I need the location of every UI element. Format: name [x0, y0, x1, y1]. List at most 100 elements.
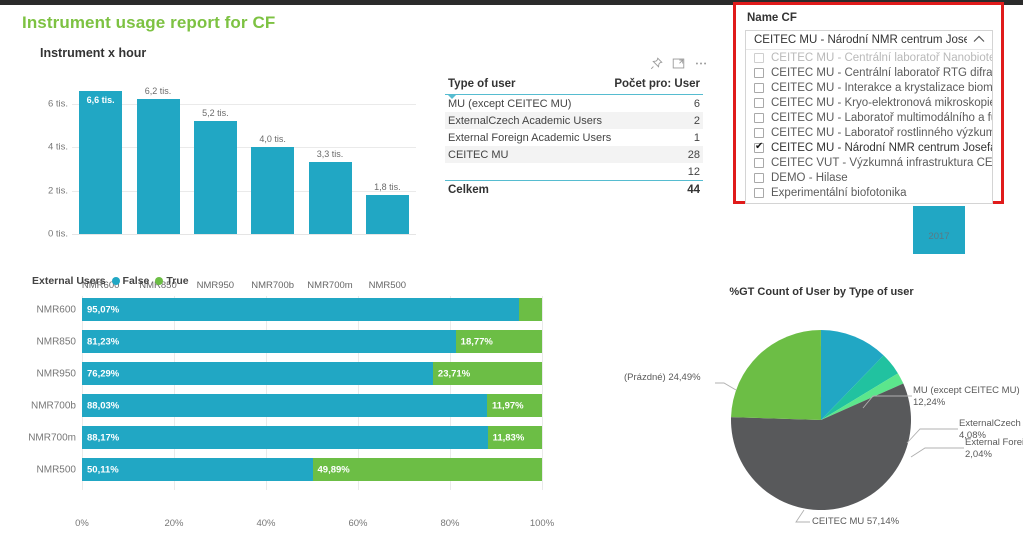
- table-row[interactable]: MU (except CEITEC MU) 6: [445, 95, 703, 112]
- table-row[interactable]: 12: [445, 163, 703, 180]
- more-options-icon[interactable]: [694, 57, 708, 74]
- checkbox-icon[interactable]: [754, 157, 764, 168]
- checkbox-checked-icon[interactable]: [754, 141, 764, 153]
- bar-segment-true[interactable]: 23,71%: [432, 362, 542, 385]
- pie-slice-4[interactable]: [731, 330, 821, 420]
- focus-mode-icon[interactable]: [672, 57, 685, 74]
- background-chart-bar-label: 2017: [928, 231, 950, 242]
- checkbox-icon[interactable]: [754, 112, 764, 123]
- bar-segment-true[interactable]: 18,77%: [455, 330, 542, 353]
- slicer-item[interactable]: CEITEC MU - Národní NMR centrum Josefa .…: [746, 140, 992, 155]
- total-value: 44: [687, 184, 700, 196]
- bar-segment-false[interactable]: 76,29%: [82, 362, 433, 385]
- slicer-item-label: CEITEC MU - Laboratoř multimodálního a f…: [771, 111, 992, 124]
- name-cf-slicer[interactable]: Name CF CEITEC MU - Národní NMR centrum …: [733, 2, 1004, 204]
- y-axis-tick-label: NMR600: [36, 304, 76, 315]
- bar-segment-false[interactable]: 81,23%: [82, 330, 456, 353]
- checkbox-icon[interactable]: [754, 52, 764, 63]
- bar-NMR700m[interactable]: [308, 162, 352, 234]
- slicer-item[interactable]: CEITEC MU - Interakce a krystalizace bio…: [746, 80, 992, 95]
- checkbox-icon[interactable]: [754, 82, 764, 93]
- instrument-hour-chart: Instrument x hour 0 tis. 2 tis. 4 tis. 6 ti…: [18, 42, 438, 291]
- slicer-item[interactable]: DEMO - Hilase: [746, 170, 992, 185]
- bar-NMR850[interactable]: [136, 99, 180, 234]
- bar-segment-false[interactable]: 95,07%: [82, 298, 520, 321]
- slicer-selected-value[interactable]: CEITEC MU - Národní NMR centrum Josefa .…: [746, 31, 992, 50]
- bar-segment-false[interactable]: 88,03%: [82, 394, 487, 417]
- checkbox-icon[interactable]: [754, 67, 764, 78]
- y-axis-tick-label: NMR500: [36, 464, 76, 475]
- type-of-user-table[interactable]: Type of user Počet pro: User MU (except …: [445, 77, 703, 198]
- bar-row-NMR500[interactable]: 50,11% 49,89%: [82, 458, 542, 481]
- bar-value-label: 5,2 tis.: [202, 108, 229, 119]
- slicer-item[interactable]: CEITEC MU - Kryo-elektronová mikroskopie…: [746, 95, 992, 110]
- pie-label-prazdne: (Prázdné) 24,49%: [624, 372, 701, 384]
- legend-item-true[interactable]: True: [155, 275, 189, 287]
- slicer-dropdown[interactable]: CEITEC MU - Národní NMR centrum Josefa .…: [745, 30, 993, 204]
- bar-segment-label: 11,97%: [491, 400, 524, 411]
- slicer-item[interactable]: CEITEC MU - Laboratoř rostlinného výzkum…: [746, 125, 992, 140]
- user-type-pie-chart: %GT Count of User by Type of user MU (ex…: [620, 282, 1023, 540]
- table-row[interactable]: ExternalCzech Academic Users 2: [445, 112, 703, 129]
- external-users-plot-area: 0% 20% 40% 60% 80% 100% 95,07% NMR600 81,23% 18,7…: [28, 296, 554, 529]
- column-header-type-of-user[interactable]: Type of user: [448, 78, 516, 90]
- bar-segment-false[interactable]: 50,11%: [82, 458, 313, 481]
- total-label: Celkem: [448, 184, 489, 196]
- bar-segment-label: 88,03%: [87, 400, 120, 411]
- slicer-item-label: CEITEC MU - Kryo-elektronová mikroskopie…: [771, 96, 992, 109]
- x-axis-tick-label: 20%: [164, 518, 184, 529]
- bar-value-label: 6,6 tis.: [86, 94, 115, 105]
- checkbox-icon[interactable]: [754, 127, 764, 138]
- slicer-item[interactable]: CEITEC MU - Centrální laboratoř RTG difr…: [746, 65, 992, 80]
- x-axis-tick-label: 100%: [529, 518, 555, 529]
- table-row[interactable]: CEITEC MU 28: [445, 146, 703, 163]
- legend-item-false[interactable]: False: [111, 275, 150, 287]
- bar-NMR600[interactable]: [79, 90, 123, 234]
- y-axis-tick-label: 0 tis.: [47, 228, 68, 240]
- bar-segment-label: 11,83%: [492, 432, 525, 443]
- pie-label-line: 2,04%: [965, 448, 992, 460]
- column-header-count[interactable]: Počet pro: User: [614, 78, 700, 90]
- sort-descending-icon: [448, 95, 456, 99]
- bar-segment-true[interactable]: 11,83%: [487, 426, 542, 449]
- bar-row-NMR950[interactable]: 76,29% 23,71%: [82, 362, 542, 385]
- bar-NMR500[interactable]: [365, 194, 409, 234]
- bar-segment-true[interactable]: [519, 298, 542, 321]
- bar-row-NMR600[interactable]: 95,07%: [82, 298, 542, 321]
- bar-segment-false[interactable]: 88,17%: [82, 426, 488, 449]
- cell-type-of-user: MU (except CEITEC MU): [448, 97, 572, 110]
- table-header-row: Type of user Počet pro: User: [445, 77, 703, 99]
- checkbox-icon[interactable]: [754, 172, 764, 183]
- cell-count: 1: [693, 131, 700, 144]
- checkbox-icon[interactable]: [754, 187, 764, 198]
- table-total-row: Celkem 44: [445, 180, 703, 198]
- slicer-item[interactable]: CEITEC VUT - Výzkumná infrastruktura CEI…: [746, 155, 992, 170]
- x-axis-tick-label: 0%: [75, 518, 89, 529]
- cell-count: 28: [687, 148, 700, 161]
- slicer-item[interactable]: Experimentální biofotonika: [746, 185, 992, 200]
- slicer-item[interactable]: CEITEC MU - Laboratoř multimodálního a f…: [746, 110, 992, 125]
- bar-NMR700b[interactable]: [251, 147, 295, 234]
- y-axis-tick-label: NMR850: [36, 336, 76, 347]
- bar-segment-true[interactable]: 49,89%: [312, 458, 542, 481]
- slicer-item-list[interactable]: CEITEC MU - Centrální laboratoř Nanobiot…: [746, 50, 992, 203]
- x-axis-tick-label: 60%: [348, 518, 368, 529]
- pie-leader-line: [795, 509, 810, 523]
- pin-icon[interactable]: [650, 57, 663, 74]
- bar-row-NMR850[interactable]: 81,23% 18,77%: [82, 330, 542, 353]
- checkbox-icon[interactable]: [754, 97, 764, 108]
- slicer-item-label: CEITEC VUT - Výzkumná infrastruktura CEI…: [771, 156, 992, 169]
- legend-title: External Users: [32, 275, 106, 287]
- slicer-item-label: CEITEC MU - Interakce a krystalizace bio…: [771, 81, 992, 94]
- bar-row-NMR700b[interactable]: 88,03% 11,97%: [82, 394, 542, 417]
- table-row[interactable]: External Foreign Academic Users 1: [445, 129, 703, 146]
- bar-row-NMR700m[interactable]: 88,17% 11,83%: [82, 426, 542, 449]
- slicer-title: Name CF: [747, 12, 797, 24]
- slicer-item[interactable]: CEITEC MU - Centrální laboratoř Nanobiot…: [746, 50, 992, 65]
- bar-NMR950[interactable]: [193, 121, 237, 234]
- bar-segment-label: 88,17%: [87, 432, 120, 443]
- chevron-up-icon[interactable]: [973, 35, 985, 46]
- slicer-item-label: DEMO - Hilase: [771, 171, 848, 184]
- bar-segment-true[interactable]: 11,97%: [486, 394, 542, 417]
- legend-label-false: False: [122, 275, 150, 287]
